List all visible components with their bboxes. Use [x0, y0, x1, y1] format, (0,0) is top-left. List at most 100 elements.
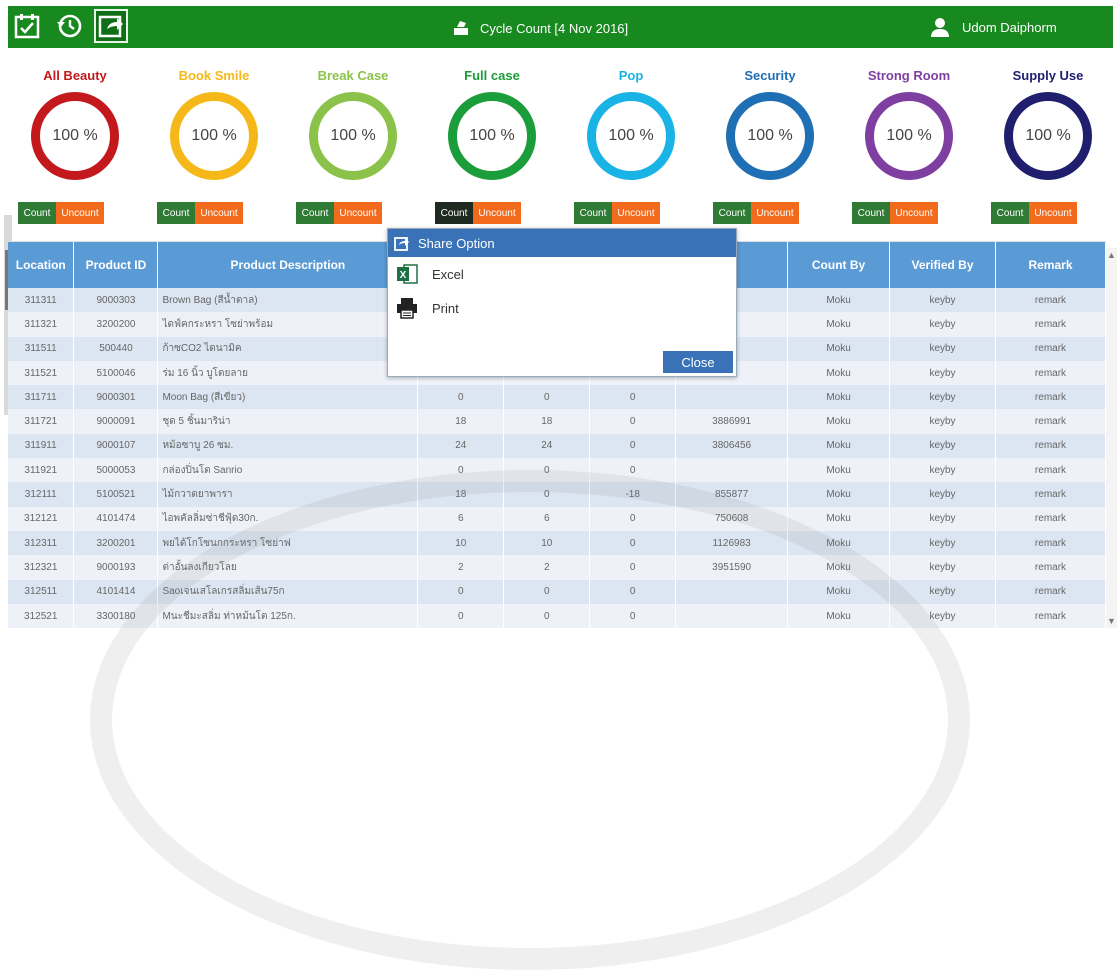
count-button[interactable]: Count [852, 202, 890, 224]
scroll-up-arrow-icon[interactable]: ▲ [1106, 250, 1117, 260]
count-button[interactable]: Count [296, 202, 334, 224]
table-row[interactable]: 312311 3200201 พยได้โกโซนกกระหรา โซย่าฟ 10 1… [8, 530, 1106, 556]
gauge-percent: 100 % [886, 127, 932, 144]
table-cell: 0 [417, 579, 505, 604]
table-cell: keyby [889, 312, 996, 337]
table-cell: Moku [787, 506, 891, 531]
history-icon[interactable] [52, 9, 86, 43]
table-cell: Moku [787, 482, 891, 507]
table-cell: 9000303 [73, 288, 159, 313]
table-cell: 0 [589, 555, 677, 580]
table-cell: remark [995, 385, 1106, 410]
table-cell: 750608 [675, 506, 789, 531]
uncount-button[interactable]: Uncount [1029, 202, 1077, 224]
gauge-percent: 100 % [191, 127, 237, 144]
table-cell: Moku [787, 433, 891, 459]
uncount-button[interactable]: Uncount [195, 202, 243, 224]
table-cell: keyby [889, 482, 996, 507]
column-header[interactable]: Verified By [889, 242, 996, 288]
table-cell: keyby [889, 603, 996, 628]
uncount-button[interactable]: Uncount [612, 202, 660, 224]
gauge-buttons: Count Uncount [18, 202, 104, 224]
table-cell: Moku [787, 579, 891, 604]
table-cell: 0 [503, 385, 591, 410]
gauge-ring: 100 % [448, 92, 536, 180]
table-cell: keyby [889, 530, 996, 556]
table-row[interactable]: 311721 9000091 ชุด 5 ชิ้นมาริน่า 18 18 0 38869… [8, 409, 1106, 434]
table-cell: remark [995, 530, 1106, 556]
table-cell: 9000107 [73, 433, 159, 459]
table-row[interactable]: 312121 4101474 ไอพคัลลิ่มซ่าชีฟุ้ด30ก. 6 6 0 7… [8, 506, 1106, 531]
svg-text:X: X [400, 270, 407, 281]
count-button[interactable]: Count [713, 202, 751, 224]
table-cell: Moku [787, 360, 891, 386]
share-excel-option[interactable]: X Excel [388, 259, 736, 289]
table-cell [675, 385, 789, 410]
count-button[interactable]: Count [18, 202, 56, 224]
gauge-card: Book Smile 100 % Count Uncount [148, 68, 280, 224]
table-cell: remark [995, 433, 1106, 459]
column-header[interactable]: Product Description [157, 242, 419, 288]
table-row[interactable]: 312521 3300180 Mนะชีมะสลิ่ม ท่าหม้นโต 125ก… [8, 603, 1106, 628]
uncount-button[interactable]: Uncount [56, 202, 104, 224]
share-icon[interactable] [94, 9, 128, 43]
uncount-button[interactable]: Uncount [334, 202, 382, 224]
close-button[interactable]: Close [663, 351, 733, 373]
gauge-ring: 100 % [309, 92, 397, 180]
table-row[interactable]: 312321 9000193 ต่าอั้นลงเกียวโลย 2 2 0 3951590… [8, 555, 1106, 580]
gauge-name: Break Case [317, 68, 389, 83]
gauge-name: Full case [464, 68, 520, 83]
table-cell: Moku [787, 458, 891, 483]
table-cell: 311711 [8, 385, 75, 410]
table-cell: Moku [787, 336, 891, 361]
gauge-ring: 100 % [865, 92, 953, 180]
excel-icon: X [397, 264, 418, 284]
table-cell: 0 [503, 458, 591, 483]
table-row[interactable]: 312111 5100521 ไม้กวาดยาพารา 18 0 -18 855877 Mo… [8, 482, 1106, 507]
table-cell: 312111 [8, 482, 75, 507]
table-cell: keyby [889, 555, 996, 580]
share-print-option[interactable]: Print [388, 293, 736, 323]
column-header[interactable]: Product ID [73, 242, 159, 288]
table-cell: remark [995, 506, 1106, 531]
calendar-check-icon[interactable] [10, 9, 44, 43]
table-cell: 312311 [8, 530, 75, 556]
count-button[interactable]: Count [157, 202, 195, 224]
table-cell: 5000053 [73, 458, 159, 483]
uncount-button[interactable]: Uncount [890, 202, 938, 224]
user-info[interactable]: Udom Daiphorm [930, 17, 1057, 37]
table-cell: 3886991 [675, 409, 789, 434]
scroll-down-arrow-icon[interactable]: ▼ [1106, 616, 1117, 626]
count-button[interactable]: Count [991, 202, 1029, 224]
table-cell: 9000091 [73, 409, 159, 434]
table-row[interactable]: 312511 4101414 Saoเจนเสโลเกรสลิ่มเส้น75ก 0 0… [8, 579, 1106, 604]
table-scrollbar[interactable]: ▲ ▼ [1106, 248, 1117, 628]
gauge-name: Pop [618, 68, 644, 83]
table-cell: ก้าซCO2 ไดนามิค [157, 336, 419, 361]
table-cell: 0 [589, 579, 677, 604]
gauge-buttons: Count Uncount [296, 202, 382, 224]
column-header[interactable]: Remark [995, 242, 1106, 288]
table-cell: 311721 [8, 409, 75, 434]
gauge-card: Security 100 % Count Uncount [704, 68, 836, 224]
table-row[interactable]: 311711 9000301 Moon Bag (สีเขียว) 0 0 0 Moku ke… [8, 385, 1106, 410]
table-cell: 312511 [8, 579, 75, 604]
table-row[interactable]: 311921 5000053 กล่องปิ่นโต Sanrio 0 0 0 Moku ke… [8, 458, 1106, 483]
table-cell: remark [995, 360, 1106, 386]
column-header[interactable]: Location [8, 242, 75, 288]
gauge-buttons: Count Uncount [157, 202, 243, 224]
uncount-button[interactable]: Uncount [751, 202, 799, 224]
column-header[interactable]: Count By [787, 242, 891, 288]
gauge-buttons: Count Uncount [713, 202, 799, 224]
table-cell: 311311 [8, 288, 75, 313]
uncount-button[interactable]: Uncount [473, 202, 521, 224]
table-row[interactable]: 311911 9000107 หม้อซาบู 26 ซม. 24 24 0 3806456… [8, 433, 1106, 459]
table-cell: ไอพคัลลิ่มซ่าชีฟุ้ด30ก. [157, 506, 419, 531]
gauge-card: Strong Room 100 % Count Uncount [843, 68, 975, 224]
gauge-buttons: Count Uncount [991, 202, 1077, 224]
gauge-percent: 100 % [747, 127, 793, 144]
table-cell: 0 [589, 530, 677, 556]
count-button[interactable]: Count [435, 202, 473, 224]
table-cell: 3951590 [675, 555, 789, 580]
count-button[interactable]: Count [574, 202, 612, 224]
